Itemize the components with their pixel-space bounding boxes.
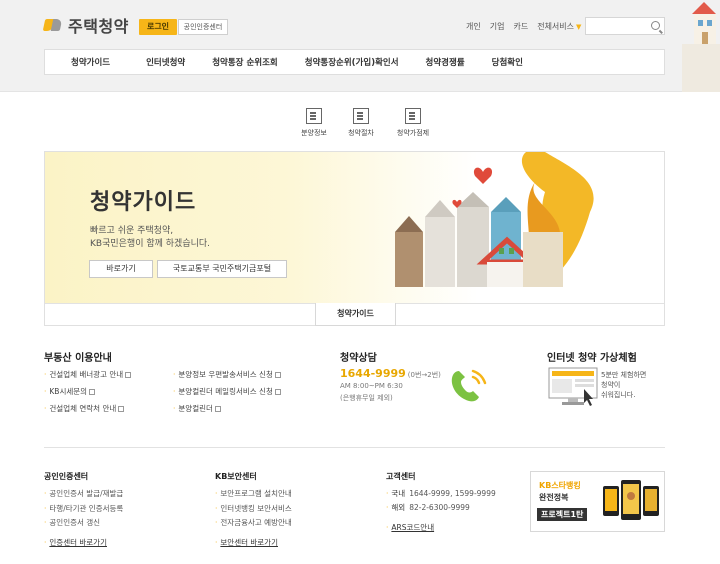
cert-center-button[interactable]: 공인인증센터 bbox=[178, 19, 228, 35]
chevron-down-icon: ▼ bbox=[576, 22, 582, 31]
consult-hours: AM 8:00~PM 6:30 bbox=[340, 382, 403, 390]
star-banking-banner[interactable]: KB스타뱅킹 완전정복 프로젝트1탄 bbox=[530, 471, 665, 532]
external-link-icon bbox=[118, 405, 125, 412]
search-box bbox=[585, 17, 665, 35]
external-link-icon bbox=[125, 371, 132, 378]
quick-item-procedure[interactable]: 청약절차 bbox=[331, 108, 391, 138]
gnb-item-competition[interactable]: 청약경쟁률 bbox=[426, 56, 465, 68]
all-services-menu[interactable]: 전체서비스 ▼ bbox=[537, 21, 581, 32]
external-link-icon bbox=[274, 388, 281, 395]
realty-link-calendar-mailing[interactable]: · 분양컬린더 메일링서비스 신청 bbox=[173, 386, 281, 397]
realty-links-col1: · 건설업체 배너광고 안내 · KB시세문의 · 건설업체 연락처 안내 bbox=[44, 369, 132, 420]
kb-logo-icon bbox=[42, 16, 63, 34]
section-divider bbox=[44, 447, 665, 448]
realty-link-kb-price[interactable]: · KB시세문의 bbox=[44, 386, 131, 397]
realty-link-builder-contact[interactable]: · 건설업체 연락처 안내 bbox=[44, 403, 131, 414]
logo-text: 주택청약 bbox=[68, 17, 129, 36]
monitor-icon[interactable] bbox=[548, 367, 598, 407]
cert-center-link[interactable]: · 인증센터 바로가기 bbox=[44, 537, 107, 548]
top-link-card[interactable]: 카드 bbox=[513, 21, 528, 32]
phone-icon bbox=[451, 369, 487, 402]
banner-line1: KB스타뱅킹 bbox=[539, 481, 581, 490]
virtual-title: 인터넷 청약 가상체험 bbox=[547, 353, 637, 364]
security-center-link[interactable]: · 보안센터 바로가기 bbox=[215, 537, 278, 548]
hero-desc-line2: KB국민은행이 함께 하겠습니다. bbox=[90, 239, 211, 249]
cert-center-title: 공인인증센터 bbox=[44, 472, 89, 481]
logo[interactable]: 주택청약 bbox=[42, 13, 129, 37]
consult-holiday: (은행휴무일 제외) bbox=[340, 394, 393, 402]
realty-title: 부동산 이용안내 bbox=[44, 353, 112, 364]
login-button[interactable]: 로그인 bbox=[139, 19, 177, 35]
house-icon bbox=[353, 108, 369, 124]
all-services-label: 전체서비스 bbox=[537, 22, 575, 31]
realty-link-calendar[interactable]: · 분양컬린더 bbox=[173, 403, 281, 414]
top-link-personal[interactable]: 개인 bbox=[466, 21, 481, 32]
search-icon[interactable] bbox=[651, 21, 660, 30]
external-link-icon bbox=[274, 371, 281, 378]
search-input[interactable] bbox=[586, 18, 646, 34]
realty-link-mail-service[interactable]: · 분양정보 우편발송서비스 신청 bbox=[173, 369, 281, 380]
cert-center-list: · 공인인증서 발급/재발급 · 타행/타기관 인증서등록 · 공인인증서 갱신 bbox=[44, 488, 123, 532]
global-nav: 청약가이드 인터넷청약 청약통장 순위조회 청약통장순위(가입)확인서 청약경쟁… bbox=[44, 49, 665, 75]
houses-illustration bbox=[395, 152, 594, 287]
security-item-service[interactable]: · 인터넷뱅킹 보안서비스 bbox=[215, 503, 292, 514]
consult-phone-ext: (0번→2번) bbox=[407, 371, 441, 379]
hero-title: 청약가이드 bbox=[90, 190, 197, 215]
security-center-title: KB보안센터 bbox=[215, 472, 257, 481]
banner-line2: 완전정복 bbox=[539, 493, 569, 502]
hero-portal-button[interactable]: 국토교통부 국민주택기금포털 bbox=[157, 260, 287, 278]
security-center-list: · 보안프로그램 설치안내 · 인터넷뱅킹 보안서비스 · 전자금융사고 예방안내 bbox=[215, 488, 292, 532]
deco-house-illustration bbox=[682, 2, 720, 92]
top-link-business[interactable]: 기업 bbox=[490, 21, 505, 32]
cert-item-register[interactable]: · 타행/타기관 인증서등록 bbox=[44, 503, 123, 514]
external-link-icon bbox=[89, 388, 96, 395]
gnb-item-rank-certificate[interactable]: 청약통장순위(가입)확인서 bbox=[305, 56, 399, 68]
realty-link-banner[interactable]: · 건설업체 배너광고 안내 bbox=[44, 369, 132, 380]
realty-links-col2: · 분양정보 우편발송서비스 신청 · 분양컬린더 메일링서비스 신청 · 분양컬린더 bbox=[173, 369, 281, 420]
cert-item-renew[interactable]: · 공인인증서 갱신 bbox=[44, 517, 123, 528]
contact-overseas: · 해외 82-2-6300-9999 bbox=[386, 503, 470, 512]
calculator-icon bbox=[405, 108, 421, 124]
security-item-prevention[interactable]: · 전자금융사고 예방안내 bbox=[215, 517, 292, 528]
consult-phone: 1644-9999 (0번→2번) bbox=[340, 367, 441, 380]
contact-domestic: · 국내 1644-9999, 1599-9999 bbox=[386, 489, 496, 498]
hero-desc-line1: 빠르고 쉬운 주택청약, bbox=[90, 226, 174, 236]
hero-banner: 청약가이드 빠르고 쉬운 주택청약, KB국민은행이 함께 하겠습니다. 바로가… bbox=[44, 151, 665, 326]
cert-item-issue[interactable]: · 공인인증서 발급/재발급 bbox=[44, 488, 123, 499]
smartphones-illustration bbox=[603, 480, 659, 520]
top-links: 개인 기업 카드 전체서비스 ▼ bbox=[466, 21, 581, 32]
gnb-item-rank-check[interactable]: 청약통장 순위조회 bbox=[212, 56, 278, 68]
quick-label: 청약절차 bbox=[348, 129, 374, 137]
customer-center-title: 고객센터 bbox=[386, 472, 416, 481]
quick-item-score[interactable]: 청약가점제 bbox=[383, 108, 443, 138]
ars-code-link[interactable]: · ARS코드안내 bbox=[386, 522, 434, 533]
virtual-text: 5분만 체험하면 청약이 쉬워집니다. bbox=[601, 371, 647, 399]
hero-go-button[interactable]: 바로가기 bbox=[89, 260, 153, 278]
document-icon bbox=[306, 108, 322, 124]
gnb-item-guide[interactable]: 청약가이드 bbox=[71, 56, 110, 68]
banner-line3: 프로젝트1탄 bbox=[537, 508, 588, 521]
consult-title: 청약상담 bbox=[340, 353, 377, 364]
gnb-item-internet-apply[interactable]: 인터넷청약 bbox=[146, 56, 185, 68]
external-link-icon bbox=[214, 405, 221, 412]
quick-label: 청약가점제 bbox=[396, 129, 430, 137]
consult-phone-number: 1644-9999 bbox=[340, 367, 406, 380]
quick-label: 분양정보 bbox=[301, 129, 327, 137]
security-item-install[interactable]: · 보안프로그램 설치안내 bbox=[215, 488, 292, 499]
gnb-item-winner-check[interactable]: 당첨확인 bbox=[492, 56, 523, 68]
hero-tab-guide[interactable]: 청약가이드 bbox=[315, 303, 396, 326]
